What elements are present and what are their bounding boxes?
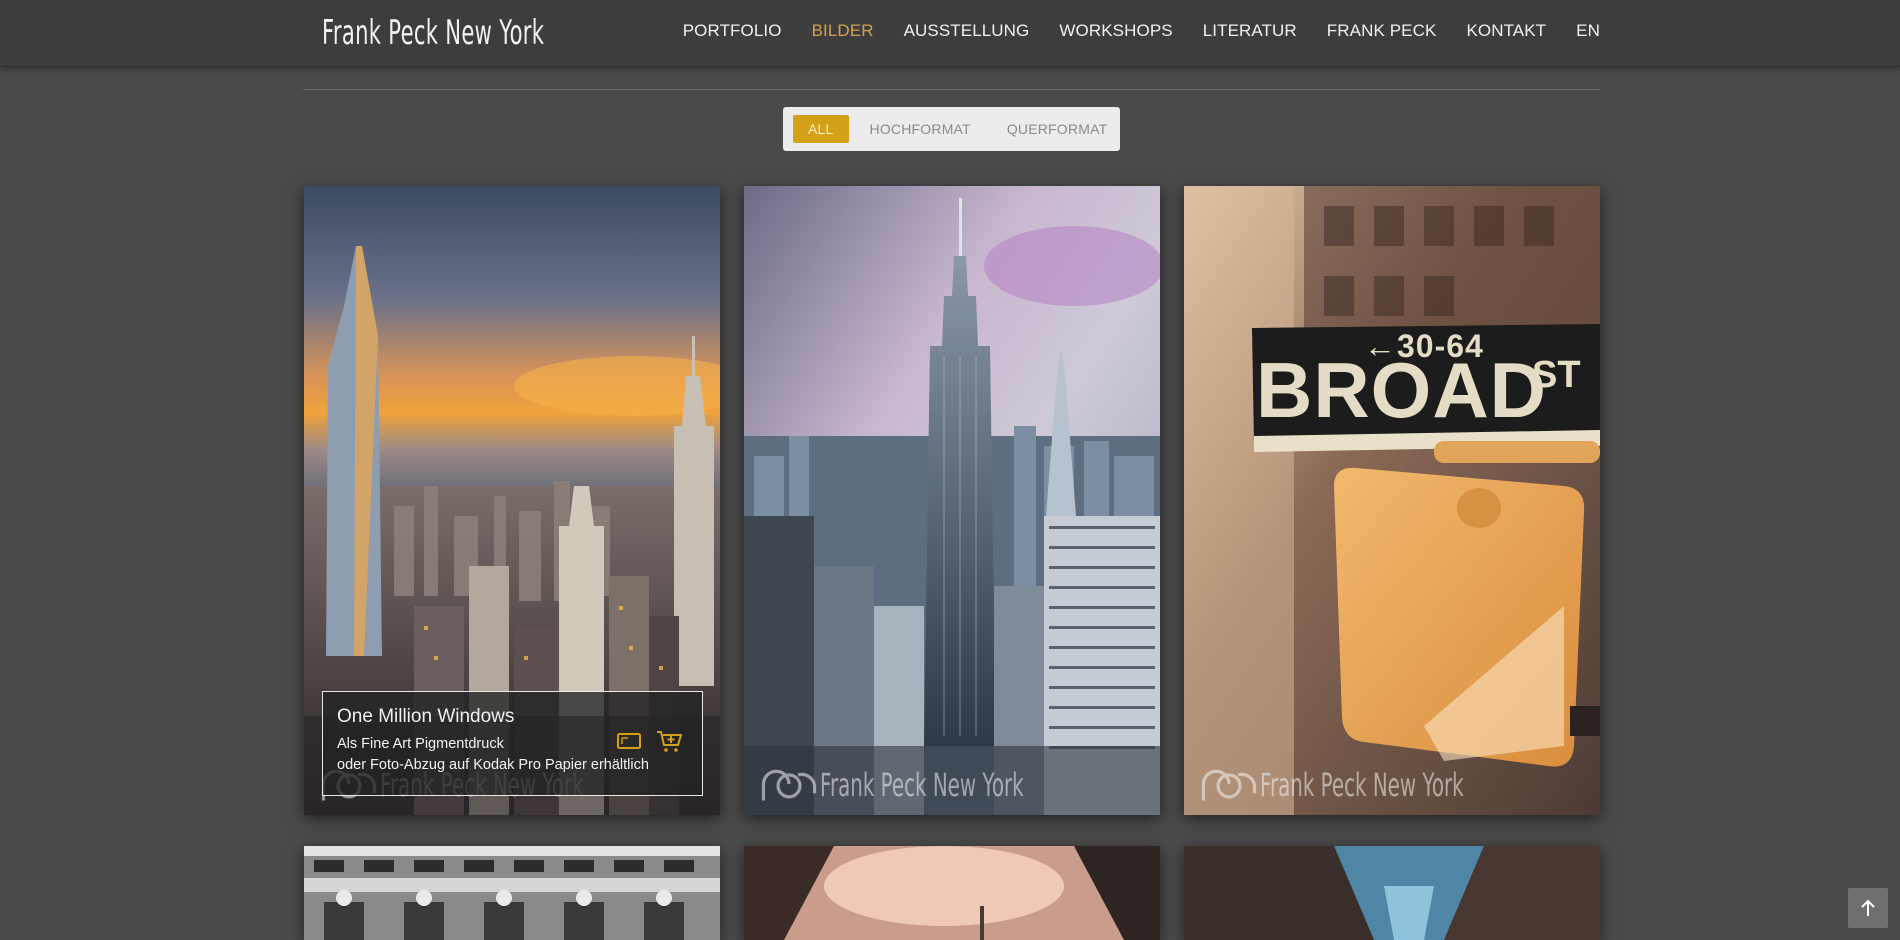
gallery-item-clouds[interactable] bbox=[744, 846, 1160, 940]
back-to-top-button[interactable] bbox=[1848, 888, 1888, 928]
caption-line-2: oder Foto-Abzug auf Kodak Pro Papier erh… bbox=[337, 757, 649, 773]
photo-clouds-between-buildings bbox=[744, 846, 1160, 940]
frame-icon[interactable] bbox=[616, 729, 642, 753]
gallery-item-empire-state[interactable]: Frank Peck New York bbox=[744, 186, 1160, 815]
watermark-text: Frank Peck New York bbox=[1260, 766, 1464, 804]
caption-actions bbox=[616, 729, 682, 753]
fp-monogram-icon bbox=[1201, 769, 1257, 801]
gallery-item-broad-street[interactable]: ←30-64 BROAD ST Frank Peck New York bbox=[1184, 186, 1600, 815]
nav-ausstellung[interactable]: AUSSTELLUNG bbox=[889, 21, 1045, 41]
watermark-text: Frank Peck New York bbox=[820, 766, 1024, 804]
main-nav: PORTFOLIO BILDER AUSSTELLUNG WORKSHOPS L… bbox=[668, 0, 1600, 62]
gallery-item-glass-towers[interactable] bbox=[1184, 846, 1600, 940]
image-caption: One Million Windows Als Fine Art Pigment… bbox=[322, 691, 703, 796]
photo-building-facade bbox=[304, 846, 720, 940]
gallery-filter: ALL HOCHFORMAT QUERFORMAT bbox=[783, 107, 1120, 151]
divider bbox=[303, 89, 1600, 90]
nav-portfolio[interactable]: PORTFOLIO bbox=[668, 21, 797, 41]
watermark: Frank Peck New York bbox=[1198, 765, 1589, 805]
nav-language-en[interactable]: EN bbox=[1561, 21, 1600, 41]
arrow-up-icon bbox=[1861, 899, 1875, 916]
watermark: Frank Peck New York bbox=[758, 765, 1149, 805]
sign-suffix-text: ST bbox=[1532, 354, 1581, 396]
filter-all[interactable]: ALL bbox=[793, 115, 849, 143]
nav-kontakt[interactable]: KONTAKT bbox=[1451, 21, 1561, 41]
site-header: Frank Peck New York PORTFOLIO BILDER AUS… bbox=[0, 0, 1900, 67]
photo-broad-street-sign bbox=[1184, 186, 1600, 815]
filter-hochformat[interactable]: HOCHFORMAT bbox=[855, 115, 986, 143]
site-logo[interactable]: Frank Peck New York bbox=[318, 10, 623, 56]
photo-glass-towers bbox=[1184, 846, 1600, 940]
photo-empire-state bbox=[744, 186, 1160, 815]
sign-main-text: BROAD bbox=[1256, 346, 1547, 434]
image-title: One Million Windows bbox=[337, 706, 515, 727]
cart-add-icon[interactable] bbox=[656, 729, 682, 753]
nav-workshops[interactable]: WORKSHOPS bbox=[1044, 21, 1187, 41]
nav-literatur[interactable]: LITERATUR bbox=[1188, 21, 1312, 41]
fp-monogram-icon bbox=[761, 769, 817, 801]
nav-frank-peck[interactable]: FRANK PECK bbox=[1312, 21, 1452, 41]
filter-querformat[interactable]: QUERFORMAT bbox=[992, 115, 1123, 143]
gallery-item-one-million-windows[interactable]: Frank Peck New York One Million Windows … bbox=[304, 186, 720, 815]
gallery-item-facade[interactable] bbox=[304, 846, 720, 940]
nav-bilder[interactable]: BILDER bbox=[797, 21, 889, 41]
logo-wordmark: Frank Peck New York bbox=[322, 13, 545, 53]
